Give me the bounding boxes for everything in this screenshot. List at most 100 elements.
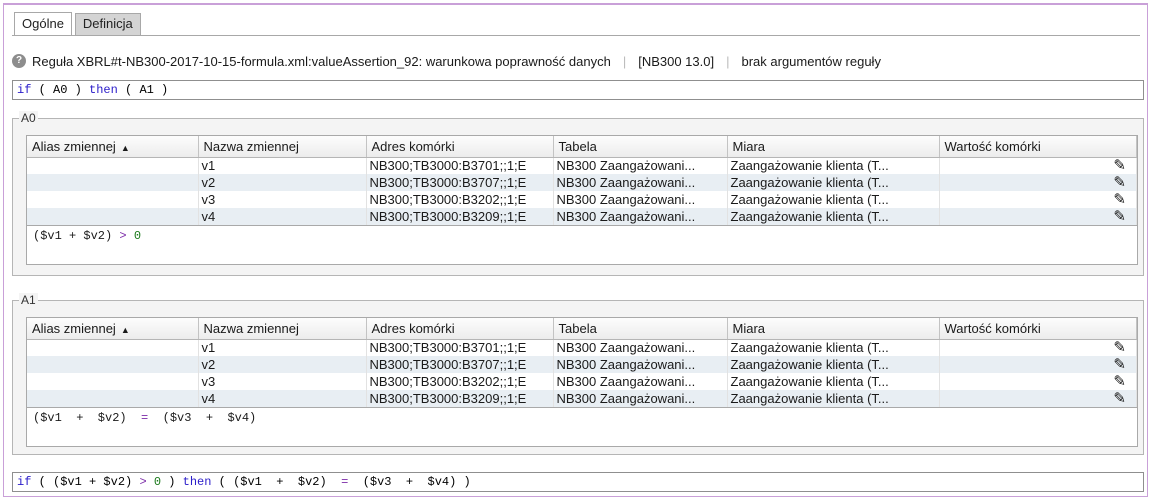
cell-measure: Zaangażowanie klienta (T... (727, 390, 940, 407)
column-header-measure[interactable]: Miara (727, 136, 940, 158)
cell-value[interactable]: ✎ (939, 373, 1137, 390)
table-row[interactable]: v3 NB300;TB3000:B3202;;1;E NB300 Zaangażow… (27, 191, 1137, 208)
formula-operator: > (139, 475, 147, 489)
keyword-then: then (182, 475, 212, 489)
cell-measure: Zaangażowanie klienta (T... (727, 208, 940, 225)
keyword-then: then (89, 83, 118, 97)
cell-address: NB300;TB3000:B3202;;1;E (366, 191, 554, 208)
cell-alias (27, 174, 199, 191)
variables-table: Alias zmiennej ▲ Nazwa zmiennej Adres kom… (27, 136, 1137, 225)
group-a1: A1 Alias zmiennej ▲ Nazwa zmiennej Adres … (12, 293, 1144, 455)
pencil-icon[interactable]: ✎ (1113, 373, 1126, 390)
cell-alias (27, 373, 199, 390)
cell-value[interactable]: ✎ (939, 191, 1137, 208)
cell-measure: Zaangażowanie klienta (T... (727, 356, 940, 373)
expr-operator: > (119, 229, 127, 243)
cell-table: NB300 Zaangażowani... (553, 339, 728, 356)
formula-text: ( ($v1 + $v2) (31, 475, 140, 489)
column-header-alias[interactable]: Alias zmiennej ▲ (27, 318, 199, 340)
cell-value[interactable]: ✎ (939, 356, 1137, 373)
rule-info-line: ? Reguła XBRL#t-NB300-2017-10-15-formula… (12, 52, 1140, 70)
expr-text: ($v1 + $v2) (33, 229, 120, 243)
cell-measure: Zaangażowanie klienta (T... (727, 157, 940, 174)
pencil-icon[interactable]: ✎ (1113, 208, 1126, 225)
cell-alias (27, 339, 199, 356)
cell-name: v4 (198, 208, 367, 225)
cell-measure: Zaangażowanie klienta (T... (727, 191, 940, 208)
cell-name: v3 (198, 373, 367, 390)
cell-address: NB300;TB3000:B3209;;1;E (366, 208, 554, 225)
condition-expression[interactable]: ($v1 + $v2) > 0 (27, 225, 1137, 251)
column-header-name[interactable]: Nazwa zmiennej (198, 136, 367, 158)
expr-text: ($v1 + $v2) (33, 411, 142, 425)
column-header-address[interactable]: Adres komórki (366, 318, 554, 340)
column-header-table[interactable]: Tabela (553, 136, 728, 158)
expr-number: 0 (133, 229, 142, 243)
keyword-if: if (17, 83, 32, 97)
help-icon[interactable]: ? (12, 54, 26, 68)
formula-text: ) (161, 475, 183, 489)
rule-arguments: brak argumentów reguły (741, 53, 881, 69)
pencil-icon[interactable]: ✎ (1113, 157, 1126, 174)
pencil-icon[interactable]: ✎ (1113, 191, 1126, 208)
cell-address: NB300;TB3000:B3701;;1;E (366, 339, 554, 356)
cell-name: v4 (198, 390, 367, 407)
cell-name: v2 (198, 356, 367, 373)
column-header-value[interactable]: Wartość komórki (939, 318, 1137, 340)
pencil-icon[interactable]: ✎ (1113, 174, 1126, 191)
table-row[interactable]: v4 NB300;TB3000:B3209;;1;E NB300 Zaangażow… (27, 208, 1137, 225)
column-header-table[interactable]: Tabela (553, 318, 728, 340)
column-header-measure[interactable]: Miara (727, 318, 940, 340)
condition-expression[interactable]: ($v1 + $v2) = ($v3 + $v4) (27, 407, 1137, 433)
formula-text: ($v3 + $v4) ) (348, 475, 471, 489)
cell-value[interactable]: ✎ (939, 339, 1137, 356)
formula-bottom-field[interactable]: if ( ($v1 + $v2) > 0 ) then ( ($v1 + $v2… (12, 472, 1144, 492)
cell-address: NB300;TB3000:B3209;;1;E (366, 390, 554, 407)
cell-table: NB300 Zaangażowani... (553, 356, 728, 373)
table-row[interactable]: v2 NB300;TB3000:B3707;;1;E NB300 Zaangażow… (27, 356, 1137, 373)
pencil-icon[interactable]: ✎ (1113, 390, 1126, 407)
tab-definition[interactable]: Definicja (74, 13, 141, 35)
table-row[interactable]: v1 NB300;TB3000:B3701;;1;E NB300 Zaangażow… (27, 339, 1137, 356)
pencil-icon[interactable]: ✎ (1113, 339, 1126, 356)
cell-table: NB300 Zaangażowani... (553, 157, 728, 174)
separator: | (726, 53, 730, 69)
formula-text (147, 475, 154, 489)
table-row[interactable]: v2 NB300;TB3000:B3707;;1;E NB300 Zaangażow… (27, 174, 1137, 191)
cell-name: v1 (198, 157, 367, 174)
separator: | (622, 53, 627, 69)
formula-top-field[interactable]: if ( A0 ) then ( A1 ) (12, 80, 1144, 100)
formula-text: ( (31, 83, 54, 97)
cell-name: v3 (198, 191, 367, 208)
cell-value[interactable]: ✎ (939, 208, 1137, 225)
keyword-if: if (17, 475, 32, 489)
cell-address: NB300;TB3000:B3707;;1;E (366, 356, 554, 373)
cell-name: v2 (198, 174, 367, 191)
formula-ref-a1: A1 (139, 83, 154, 97)
table-row[interactable]: v1 NB300;TB3000:B3701;;1;E NB300 Zaangażow… (27, 157, 1137, 174)
cell-value[interactable]: ✎ (939, 174, 1137, 191)
column-header-value[interactable]: Wartość komórki (939, 136, 1137, 158)
variables-table-container: Alias zmiennej ▲ Nazwa zmiennej Adres kom… (26, 135, 1138, 265)
cell-value[interactable]: ✎ (939, 390, 1137, 407)
variables-table: Alias zmiennej ▲ Nazwa zmiennej Adres kom… (27, 318, 1137, 407)
pencil-icon[interactable]: ✎ (1113, 356, 1126, 373)
cell-table: NB300 Zaangażowani... (553, 191, 728, 208)
expr-text (127, 229, 134, 243)
formula-ref-a0: A0 (53, 83, 68, 97)
column-header-address[interactable]: Adres komórki (366, 136, 554, 158)
formula-text: ( (117, 83, 140, 97)
group-a0: A0 Alias zmiennej ▲ Nazwa zmiennej Adres … (12, 111, 1144, 276)
column-header-name[interactable]: Nazwa zmiennej (198, 318, 367, 340)
tab-general[interactable]: Ogólne (14, 12, 72, 36)
cell-address: NB300;TB3000:B3202;;1;E (366, 373, 554, 390)
formula-text: ) (153, 83, 169, 97)
sort-ascending-icon: ▲ (120, 324, 130, 335)
column-header-alias[interactable]: Alias zmiennej ▲ (27, 136, 199, 158)
cell-table: NB300 Zaangażowani... (553, 390, 728, 407)
cell-value[interactable]: ✎ (939, 157, 1137, 174)
formula-text: ) (67, 83, 90, 97)
table-row[interactable]: v3 NB300;TB3000:B3202;;1;E NB300 Zaangażow… (27, 373, 1137, 390)
table-row[interactable]: v4 NB300;TB3000:B3209;;1;E NB300 Zaangażow… (27, 390, 1137, 407)
sort-ascending-icon: ▲ (120, 142, 130, 153)
